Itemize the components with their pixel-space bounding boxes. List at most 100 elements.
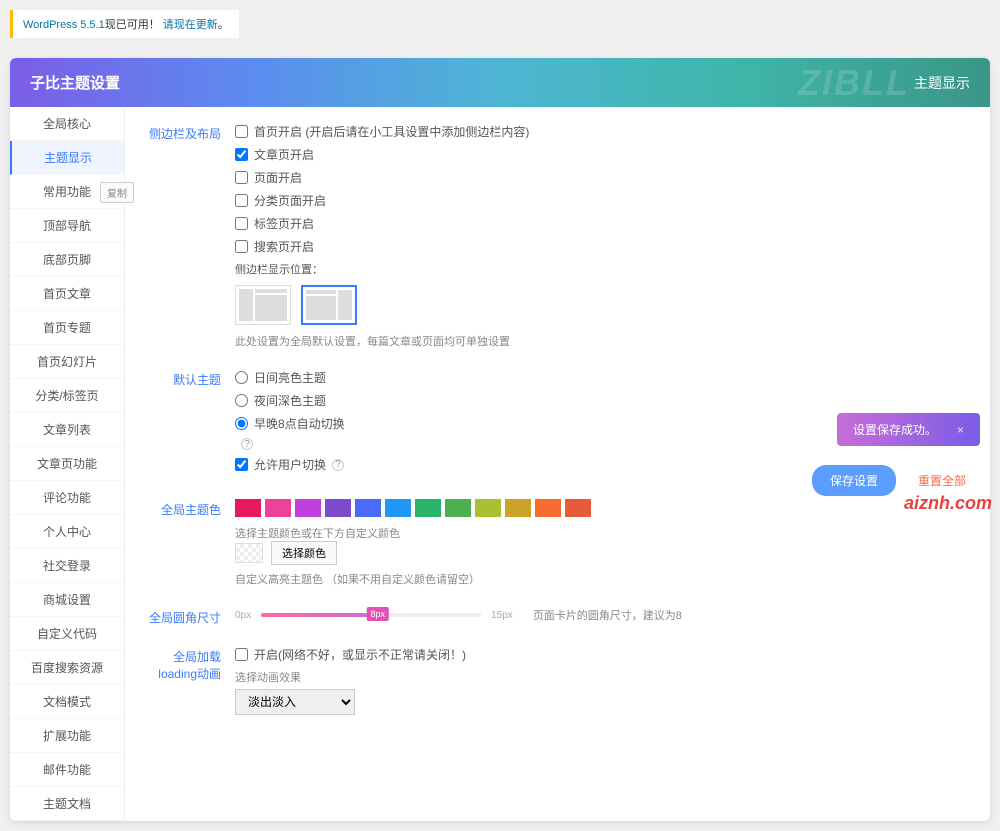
checkbox-row: 分类页面开启 <box>235 192 970 209</box>
sidebar-item[interactable]: 邮件功能 <box>10 753 124 787</box>
sidebar-item[interactable]: 分类/标签页 <box>10 379 124 413</box>
field-label: 全局主题色 <box>145 499 235 587</box>
sidebar-item[interactable]: 文章列表 <box>10 413 124 447</box>
checkbox-row: 标签页开启 <box>235 215 970 232</box>
sidebar-item[interactable]: 百度搜索资源 <box>10 651 124 685</box>
radio-label: 日间亮色主题 <box>254 369 326 386</box>
sidebar-position-label: 侧边栏显示位置： <box>235 261 970 277</box>
settings-sidebar: 全局核心主题显示常用功能顶部导航底部页脚首页文章首页专题首页幻灯片分类/标签页文… <box>10 107 125 821</box>
checkbox-label: 页面开启 <box>254 169 302 186</box>
slider-thumb[interactable]: 8px <box>366 607 389 621</box>
checkbox[interactable] <box>235 125 248 138</box>
sidebar-item[interactable]: 文章页功能 <box>10 447 124 481</box>
loading-enable-label: 开启(网络不好，或显示不正常请关闭！) <box>254 646 466 663</box>
close-icon[interactable]: × <box>957 423 964 437</box>
slider-min: 0px <box>235 610 251 621</box>
sidebar-item[interactable]: 评论功能 <box>10 481 124 515</box>
action-bar: 保存设置 重置全部 <box>812 465 980 496</box>
copy-badge[interactable]: 复制 <box>100 182 134 203</box>
panel-title: 子比主题设置 <box>30 72 120 93</box>
sidebar-item[interactable]: 首页文章 <box>10 277 124 311</box>
color-swatch[interactable] <box>325 499 351 517</box>
sidebar-item[interactable]: 自定义代码 <box>10 617 124 651</box>
checkbox-row: 页面开启 <box>235 169 970 186</box>
color-swatch[interactable] <box>265 499 291 517</box>
save-button[interactable]: 保存设置 <box>812 465 896 496</box>
allow-user-switch-checkbox[interactable] <box>235 458 248 471</box>
reset-button[interactable]: 重置全部 <box>904 465 980 496</box>
checkbox-row: 搜索页开启 <box>235 238 970 255</box>
color-swatch[interactable] <box>355 499 381 517</box>
panel-header: 子比主题设置 ZIBLL 主题显示 <box>10 58 990 107</box>
radio-label: 早晚8点自动切换 <box>254 415 345 432</box>
sidebar-item[interactable]: 主题文档 <box>10 787 124 821</box>
color-swatch[interactable] <box>445 499 471 517</box>
color-swatch[interactable] <box>565 499 591 517</box>
checkbox[interactable] <box>235 217 248 230</box>
sidebar-item[interactable]: 商城设置 <box>10 583 124 617</box>
color-pick-desc: 选择主题颜色或在下方自定义颜色 <box>235 525 970 541</box>
sidebar-item[interactable]: 首页幻灯片 <box>10 345 124 379</box>
field-label: 全局圆角尺寸 <box>145 607 235 626</box>
loading-effect-select[interactable]: 淡出淡入 <box>235 689 355 715</box>
field-label: 全局加载loading动画 <box>145 646 235 715</box>
pick-color-button[interactable]: 选择颜色 <box>271 541 337 565</box>
update-notice: WordPress 5.5.1现已可用！ 请现在更新。 <box>10 10 239 38</box>
layout-note: 此处设置为全局默认设置，每篇文章或页面均可单独设置 <box>235 333 970 349</box>
checkbox-row: 文章页开启 <box>235 146 970 163</box>
toast-text: 设置保存成功。 <box>853 421 937 438</box>
radio-row: 日间亮色主题 <box>235 369 970 386</box>
radio[interactable] <box>235 394 248 407</box>
color-swatch[interactable] <box>295 499 321 517</box>
radio[interactable] <box>235 371 248 384</box>
color-swatch[interactable] <box>235 499 261 517</box>
layout-left-sidebar[interactable] <box>235 285 291 325</box>
field-label: 默认主题 <box>145 369 235 479</box>
loading-enable-checkbox[interactable] <box>235 648 248 661</box>
color-swatch[interactable] <box>505 499 531 517</box>
radius-slider[interactable]: 8px <box>261 613 481 617</box>
sidebar-item[interactable]: 扩展功能 <box>10 719 124 753</box>
sidebar-item[interactable]: 底部页脚 <box>10 243 124 277</box>
field-label: 侧边栏及布局 <box>145 123 235 349</box>
color-swatch[interactable] <box>385 499 411 517</box>
wp-version-link[interactable]: WordPress 5.5.1 <box>23 19 105 31</box>
layout-right-sidebar[interactable] <box>301 285 357 325</box>
panel-subtitle: 主题显示 <box>914 73 970 93</box>
color-swatch[interactable] <box>535 499 561 517</box>
sidebar-item[interactable]: 首页专题 <box>10 311 124 345</box>
section-sidebar-layout: 侧边栏及布局 首页开启 (开启后请在小工具设置中添加侧边栏内容) 文章页开启页面开… <box>145 117 970 349</box>
update-now-link[interactable]: 请现在更新 <box>163 19 218 31</box>
sidebar-item[interactable]: 个人中心 <box>10 515 124 549</box>
custom-color-note: 自定义高亮主题色 （如果不用自定义颜色请留空） <box>235 571 970 587</box>
layout-options <box>235 285 970 325</box>
checkbox[interactable] <box>235 194 248 207</box>
checkbox-label: 首页开启 (开启后请在小工具设置中添加侧边栏内容) <box>254 123 529 140</box>
notice-text: 现已可用！ <box>105 19 160 31</box>
checkbox[interactable] <box>235 240 248 253</box>
sidebar-item[interactable]: 顶部导航 <box>10 209 124 243</box>
color-swatch[interactable] <box>475 499 501 517</box>
save-toast: 设置保存成功。 × <box>837 413 980 446</box>
sidebar-item[interactable]: 社交登录 <box>10 549 124 583</box>
checkbox-label: 文章页开启 <box>254 146 314 163</box>
color-preview[interactable] <box>235 543 263 563</box>
loading-select-label: 选择动画效果 <box>235 669 970 685</box>
sidebar-item[interactable]: 全局核心 <box>10 107 124 141</box>
help-icon[interactable]: ? <box>332 459 344 471</box>
slider-max: 15px <box>491 610 513 621</box>
section-global-color: 全局主题色 选择主题颜色或在下方自定义颜色 选择颜色 自定义高亮主题色 （如果不… <box>145 493 970 587</box>
checkbox-label: 分类页面开启 <box>254 192 326 209</box>
checkbox[interactable] <box>235 148 248 161</box>
allow-user-switch-label: 允许用户切换 <box>254 456 326 473</box>
settings-content: 侧边栏及布局 首页开启 (开启后请在小工具设置中添加侧边栏内容) 文章页开启页面开… <box>125 107 990 821</box>
radio[interactable] <box>235 417 248 430</box>
sidebar-item[interactable]: 文档模式 <box>10 685 124 719</box>
sidebar-item[interactable]: 主题显示 <box>10 141 124 175</box>
header-bg-text: ZIBLL <box>798 62 910 104</box>
checkbox-label: 标签页开启 <box>254 215 314 232</box>
checkbox[interactable] <box>235 171 248 184</box>
help-icon[interactable]: ? <box>241 438 253 450</box>
color-swatch[interactable] <box>415 499 441 517</box>
radio-label: 夜间深色主题 <box>254 392 326 409</box>
